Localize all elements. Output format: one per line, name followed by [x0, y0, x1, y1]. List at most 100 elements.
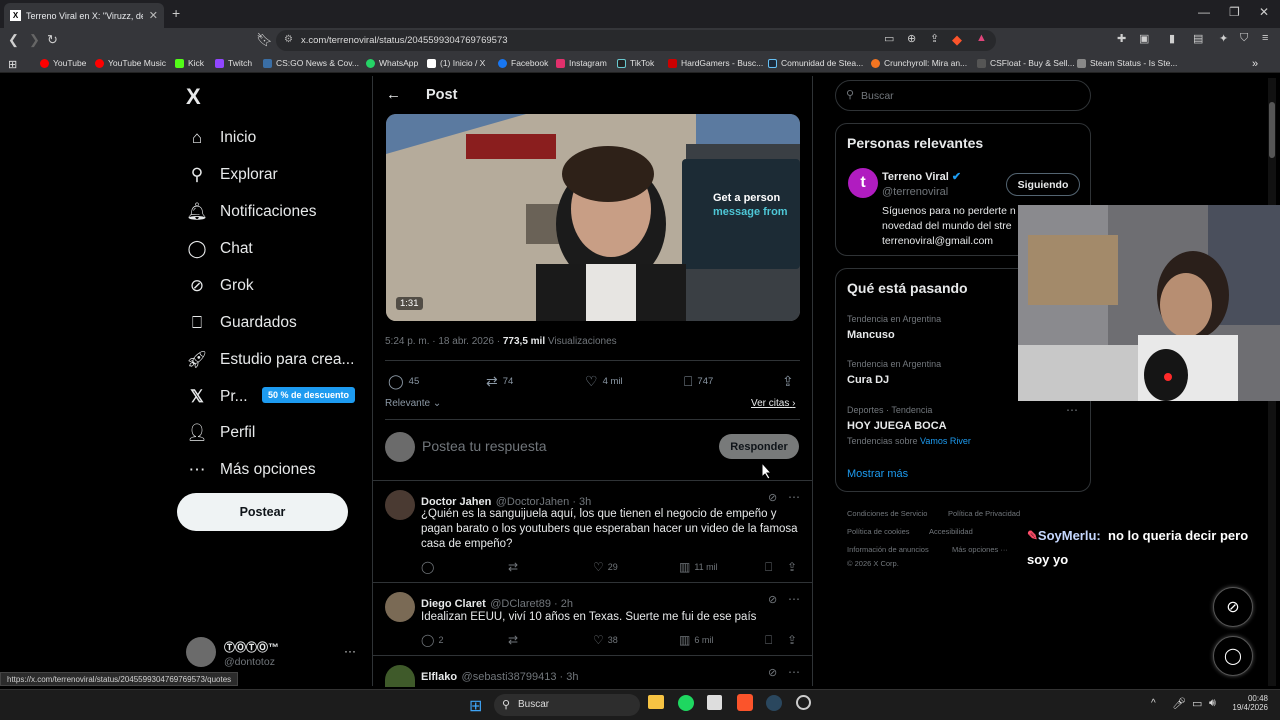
bookmark-csgo[interactable]: CS:GO News & Cov... — [263, 58, 359, 68]
bookmark-stat[interactable]: ⎕ 747 — [684, 373, 713, 390]
reply-bookmark-action[interactable]: ⎕ — [765, 560, 776, 575]
person-name[interactable]: Terreno Viral ✔ — [882, 170, 961, 183]
brave-browser-icon[interactable] — [737, 694, 753, 711]
brave-shield-icon[interactable]: ◆ — [952, 32, 962, 48]
app-icon[interactable] — [796, 695, 811, 710]
brave-rewards-icon[interactable]: ▲ — [976, 32, 987, 44]
volume-icon[interactable]: 🔊︎ — [1209, 697, 1216, 710]
new-tab-icon[interactable]: + — [172, 5, 180, 21]
more-bookmarks-icon[interactable]: » — [1252, 58, 1258, 70]
footer-terms[interactable]: Condiciones de Servicio — [847, 509, 927, 518]
more-icon[interactable]: ⋯ — [788, 592, 800, 606]
reply-comment-action[interactable]: ◯ 2 — [421, 633, 443, 647]
reading-icon[interactable]: ▮ — [1169, 32, 1175, 45]
reload-icon[interactable]: ↻ — [47, 32, 58, 48]
bookmark-instagram[interactable]: Instagram — [556, 58, 607, 68]
back-arrow-icon[interactable]: ← — [386, 86, 401, 103]
minimize-icon[interactable]: — — [1198, 5, 1210, 19]
reply-comment-action[interactable]: ◯ — [421, 560, 438, 574]
repost-stat[interactable]: ⇄ 74 — [486, 373, 513, 390]
cast-icon[interactable]: ▭ — [884, 32, 894, 45]
bookmark-whatsapp[interactable]: WhatsApp — [366, 58, 418, 68]
site-info-icon[interactable]: ⚙︎ — [284, 34, 293, 45]
bookmark-kick[interactable]: Kick — [175, 58, 204, 68]
bookmark-steam-community[interactable]: Comunidad de Stea... — [768, 58, 863, 68]
grok-icon[interactable]: ⊘ — [768, 491, 777, 504]
terreno-viral-avatar[interactable]: t — [848, 168, 878, 198]
reply-share-action[interactable]: ⇪ — [787, 633, 801, 647]
reply-author[interactable]: Diego Claret — [421, 598, 486, 610]
reply-share-action[interactable]: ⇪ — [787, 560, 801, 574]
bookmark-youtube-music[interactable]: YouTube Music — [95, 58, 166, 68]
more-icon[interactable]: ⋯ — [788, 490, 800, 504]
nav-creator-studio[interactable]: 🚀︎ Estudio para crea... — [186, 350, 354, 370]
apps-icon[interactable]: ⊞ — [8, 58, 17, 71]
reply-bookmark-action[interactable]: ⎕ — [765, 633, 776, 648]
bookmark-crunchyroll[interactable]: Crunchyroll: Mira an... — [871, 58, 967, 68]
reply-button[interactable]: Responder — [719, 434, 799, 459]
app-icon[interactable] — [707, 695, 722, 710]
zoom-icon[interactable]: ⊕ — [907, 32, 916, 45]
reply-like-action[interactable]: ♡ 29 — [593, 560, 618, 574]
bookmark-twitch[interactable]: Twitch — [215, 58, 252, 68]
nav-profile[interactable]: 👤︎ Perfil — [186, 423, 255, 443]
menu-icon[interactable]: ≡ — [1262, 32, 1268, 44]
spotify-icon[interactable] — [678, 695, 694, 711]
file-explorer-icon[interactable] — [648, 695, 664, 709]
nav-explore[interactable]: ⚲ Explorar — [186, 165, 278, 185]
footer-privacy[interactable]: Política de Privacidad — [948, 509, 1020, 518]
bookmark-steam-status[interactable]: Steam Status - Is Ste... — [1077, 58, 1177, 68]
reply-input[interactable]: Postea tu respuesta — [422, 438, 547, 454]
close-window-icon[interactable]: ✕ — [1259, 5, 1269, 19]
sidebar-icon[interactable]: ▣ — [1139, 32, 1149, 45]
reply-stat[interactable]: ◯ 45 — [388, 373, 419, 390]
grok-icon[interactable]: ⊘ — [768, 593, 777, 606]
reply-avatar[interactable] — [385, 665, 415, 687]
account-more-icon[interactable]: ··· — [344, 644, 356, 658]
browser-tab[interactable]: X Terreno Viral en X: "Viruzz, despu ✕ — [4, 3, 164, 28]
more-icon[interactable]: ⋯ — [788, 665, 800, 679]
reply-views-action[interactable]: ▥ 6 mil — [679, 633, 713, 647]
chat-fab-button[interactable]: ◯ — [1213, 636, 1253, 676]
close-tab-icon[interactable]: ✕ — [149, 9, 158, 22]
nav-premium[interactable]: 𝕏 Pr... — [186, 387, 247, 407]
maximize-icon[interactable]: ❐ — [1229, 5, 1240, 19]
nav-grok[interactable]: ⊘ Grok — [186, 276, 254, 296]
bookmark-youtube[interactable]: YouTube — [40, 58, 86, 68]
nav-home[interactable]: ⌂ Inicio — [186, 128, 256, 148]
bookmark-hardgamers[interactable]: HardGamers - Busc... — [668, 58, 763, 68]
footer-more[interactable]: Más opciones ··· — [952, 545, 1008, 554]
footer-ads[interactable]: Información de anuncios — [847, 545, 929, 554]
reply-like-action[interactable]: ♡ 38 — [593, 633, 618, 647]
like-stat[interactable]: ♡ 4 mil — [585, 373, 623, 390]
scrollbar-thumb[interactable] — [1269, 102, 1275, 158]
forward-icon[interactable]: ❯ — [29, 32, 40, 48]
footer-accessibility[interactable]: Accesibilidad — [929, 527, 973, 536]
trend-item[interactable]: Tendencia en Argentina Mancuso — [847, 314, 941, 341]
trend-item[interactable]: Tendencia en Argentina Cura DJ — [847, 359, 941, 386]
share-stat[interactable]: ⇪ — [782, 373, 799, 390]
taskbar-search[interactable]: ⚲ Buscar — [494, 694, 640, 716]
reply-views-action[interactable]: ▥ 11 mil — [679, 560, 718, 574]
x-logo-icon[interactable]: X — [186, 84, 201, 110]
reply-avatar[interactable] — [385, 592, 415, 622]
post-button[interactable]: Postear — [177, 493, 348, 531]
trend-more-icon[interactable]: ⋯ — [1066, 403, 1078, 417]
reply-avatar[interactable] — [385, 490, 415, 520]
back-icon[interactable]: ❮ — [8, 32, 19, 48]
following-button[interactable]: Siguiendo — [1006, 173, 1080, 196]
show-more-link[interactable]: Mostrar más — [847, 468, 908, 480]
account-avatar[interactable] — [186, 637, 216, 667]
bookmark-page-icon[interactable]: 🔖︎ — [256, 32, 273, 48]
grok-icon[interactable]: ⊘ — [768, 666, 777, 679]
bookmark-x[interactable]: (1) Inicio / X — [427, 58, 485, 68]
sort-dropdown[interactable]: Relevante ⌄ — [385, 398, 441, 409]
grok-fab-button[interactable]: ⊘ — [1213, 587, 1253, 627]
leo-icon[interactable]: ✦ — [1219, 32, 1228, 45]
vpn-icon[interactable]: ⛉ — [1240, 32, 1248, 45]
footer-cookies[interactable]: Política de cookies — [847, 527, 910, 536]
post-video[interactable]: Get a person message from 1:31 — [386, 114, 800, 321]
tray-chevron-icon[interactable]: ^ — [1151, 698, 1156, 709]
extensions-icon[interactable]: ✚ — [1117, 32, 1126, 45]
bookmark-facebook[interactable]: Facebook — [498, 58, 548, 68]
